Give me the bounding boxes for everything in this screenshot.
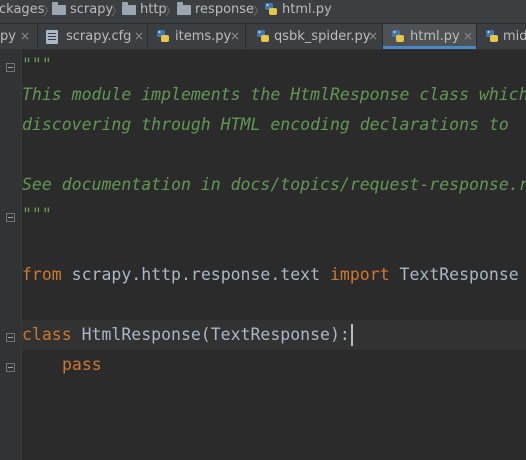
- tab-py[interactable]: py ×: [0, 24, 38, 49]
- breadcrumb-item-http[interactable]: http: [140, 0, 167, 23]
- tab-label: py: [0, 29, 16, 44]
- tab-html-py[interactable]: html.py ×: [383, 24, 477, 49]
- close-icon[interactable]: ×: [134, 24, 144, 49]
- fold-marker-icon[interactable]: [6, 333, 15, 342]
- code-line: See documentation in docs/topics/request…: [22, 175, 526, 194]
- code-line: from scrapy.http.response.text import Te…: [22, 260, 519, 290]
- tab-mid[interactable]: mid: [477, 24, 526, 49]
- folder-icon: [122, 2, 136, 15]
- config-file-icon: [46, 30, 58, 44]
- breadcrumb-item-scrapy[interactable]: scrapy: [70, 0, 113, 23]
- python-file-icon: [486, 30, 498, 42]
- code-editor[interactable]: """ This module implements the HtmlRespo…: [22, 50, 526, 460]
- editor-gutter: [0, 50, 22, 460]
- breadcrumb-separator: 〉: [165, 4, 178, 18]
- tab-label: html.py: [410, 29, 460, 44]
- code-line: """: [22, 55, 52, 74]
- breadcrumb-item-response[interactable]: response: [195, 0, 254, 23]
- breadcrumb-item-packages[interactable]: ckages: [0, 0, 44, 23]
- code-line: """: [22, 205, 52, 224]
- close-icon[interactable]: ×: [230, 24, 240, 49]
- tab-label: scrapy.cfg: [66, 29, 132, 44]
- python-file-icon: [257, 30, 269, 42]
- tab-qsbk-spider-py[interactable]: qsbk_spider.py ×: [246, 24, 383, 49]
- close-icon[interactable]: ×: [20, 24, 30, 49]
- keyword-class: class: [22, 325, 72, 344]
- fold-marker-icon[interactable]: [6, 63, 15, 72]
- breadcrumb: ckages 〉 scrapy 〉 http 〉 response 〉 html…: [0, 0, 526, 24]
- class-declaration: HtmlResponse(TextResponse):: [71, 325, 350, 344]
- tab-label: mid: [503, 29, 526, 44]
- folder-icon: [177, 2, 191, 15]
- breadcrumb-separator: 〉: [324, 4, 337, 18]
- fold-marker-icon[interactable]: [6, 213, 15, 222]
- python-file-icon: [265, 3, 277, 15]
- keyword-import: import: [329, 265, 390, 284]
- tab-label: items.py: [175, 29, 232, 44]
- text-caret: [351, 324, 353, 346]
- code-line: discovering through HTML encoding declar…: [22, 115, 509, 134]
- code-line: This module implements the HtmlResponse …: [22, 85, 526, 104]
- imported-name: TextResponse: [389, 265, 519, 284]
- tab-items-py[interactable]: items.py ×: [148, 24, 246, 49]
- tab-scrapy-cfg[interactable]: scrapy.cfg ×: [38, 24, 148, 49]
- editor-tab-bar: py × scrapy.cfg × items.py × qsbk_spider…: [0, 24, 526, 50]
- close-icon[interactable]: ×: [368, 24, 378, 49]
- tab-label: qsbk_spider.py: [274, 29, 371, 44]
- keyword-from: from: [22, 265, 62, 284]
- module-path: scrapy.http.response.text: [61, 265, 330, 284]
- code-line: class HtmlResponse(TextResponse):: [22, 320, 350, 350]
- code-line: pass: [62, 355, 102, 374]
- folder-icon: [52, 2, 66, 15]
- close-icon[interactable]: ×: [463, 24, 473, 49]
- python-file-icon: [157, 30, 169, 42]
- fold-marker-icon[interactable]: [6, 363, 15, 372]
- python-file-icon: [392, 30, 404, 42]
